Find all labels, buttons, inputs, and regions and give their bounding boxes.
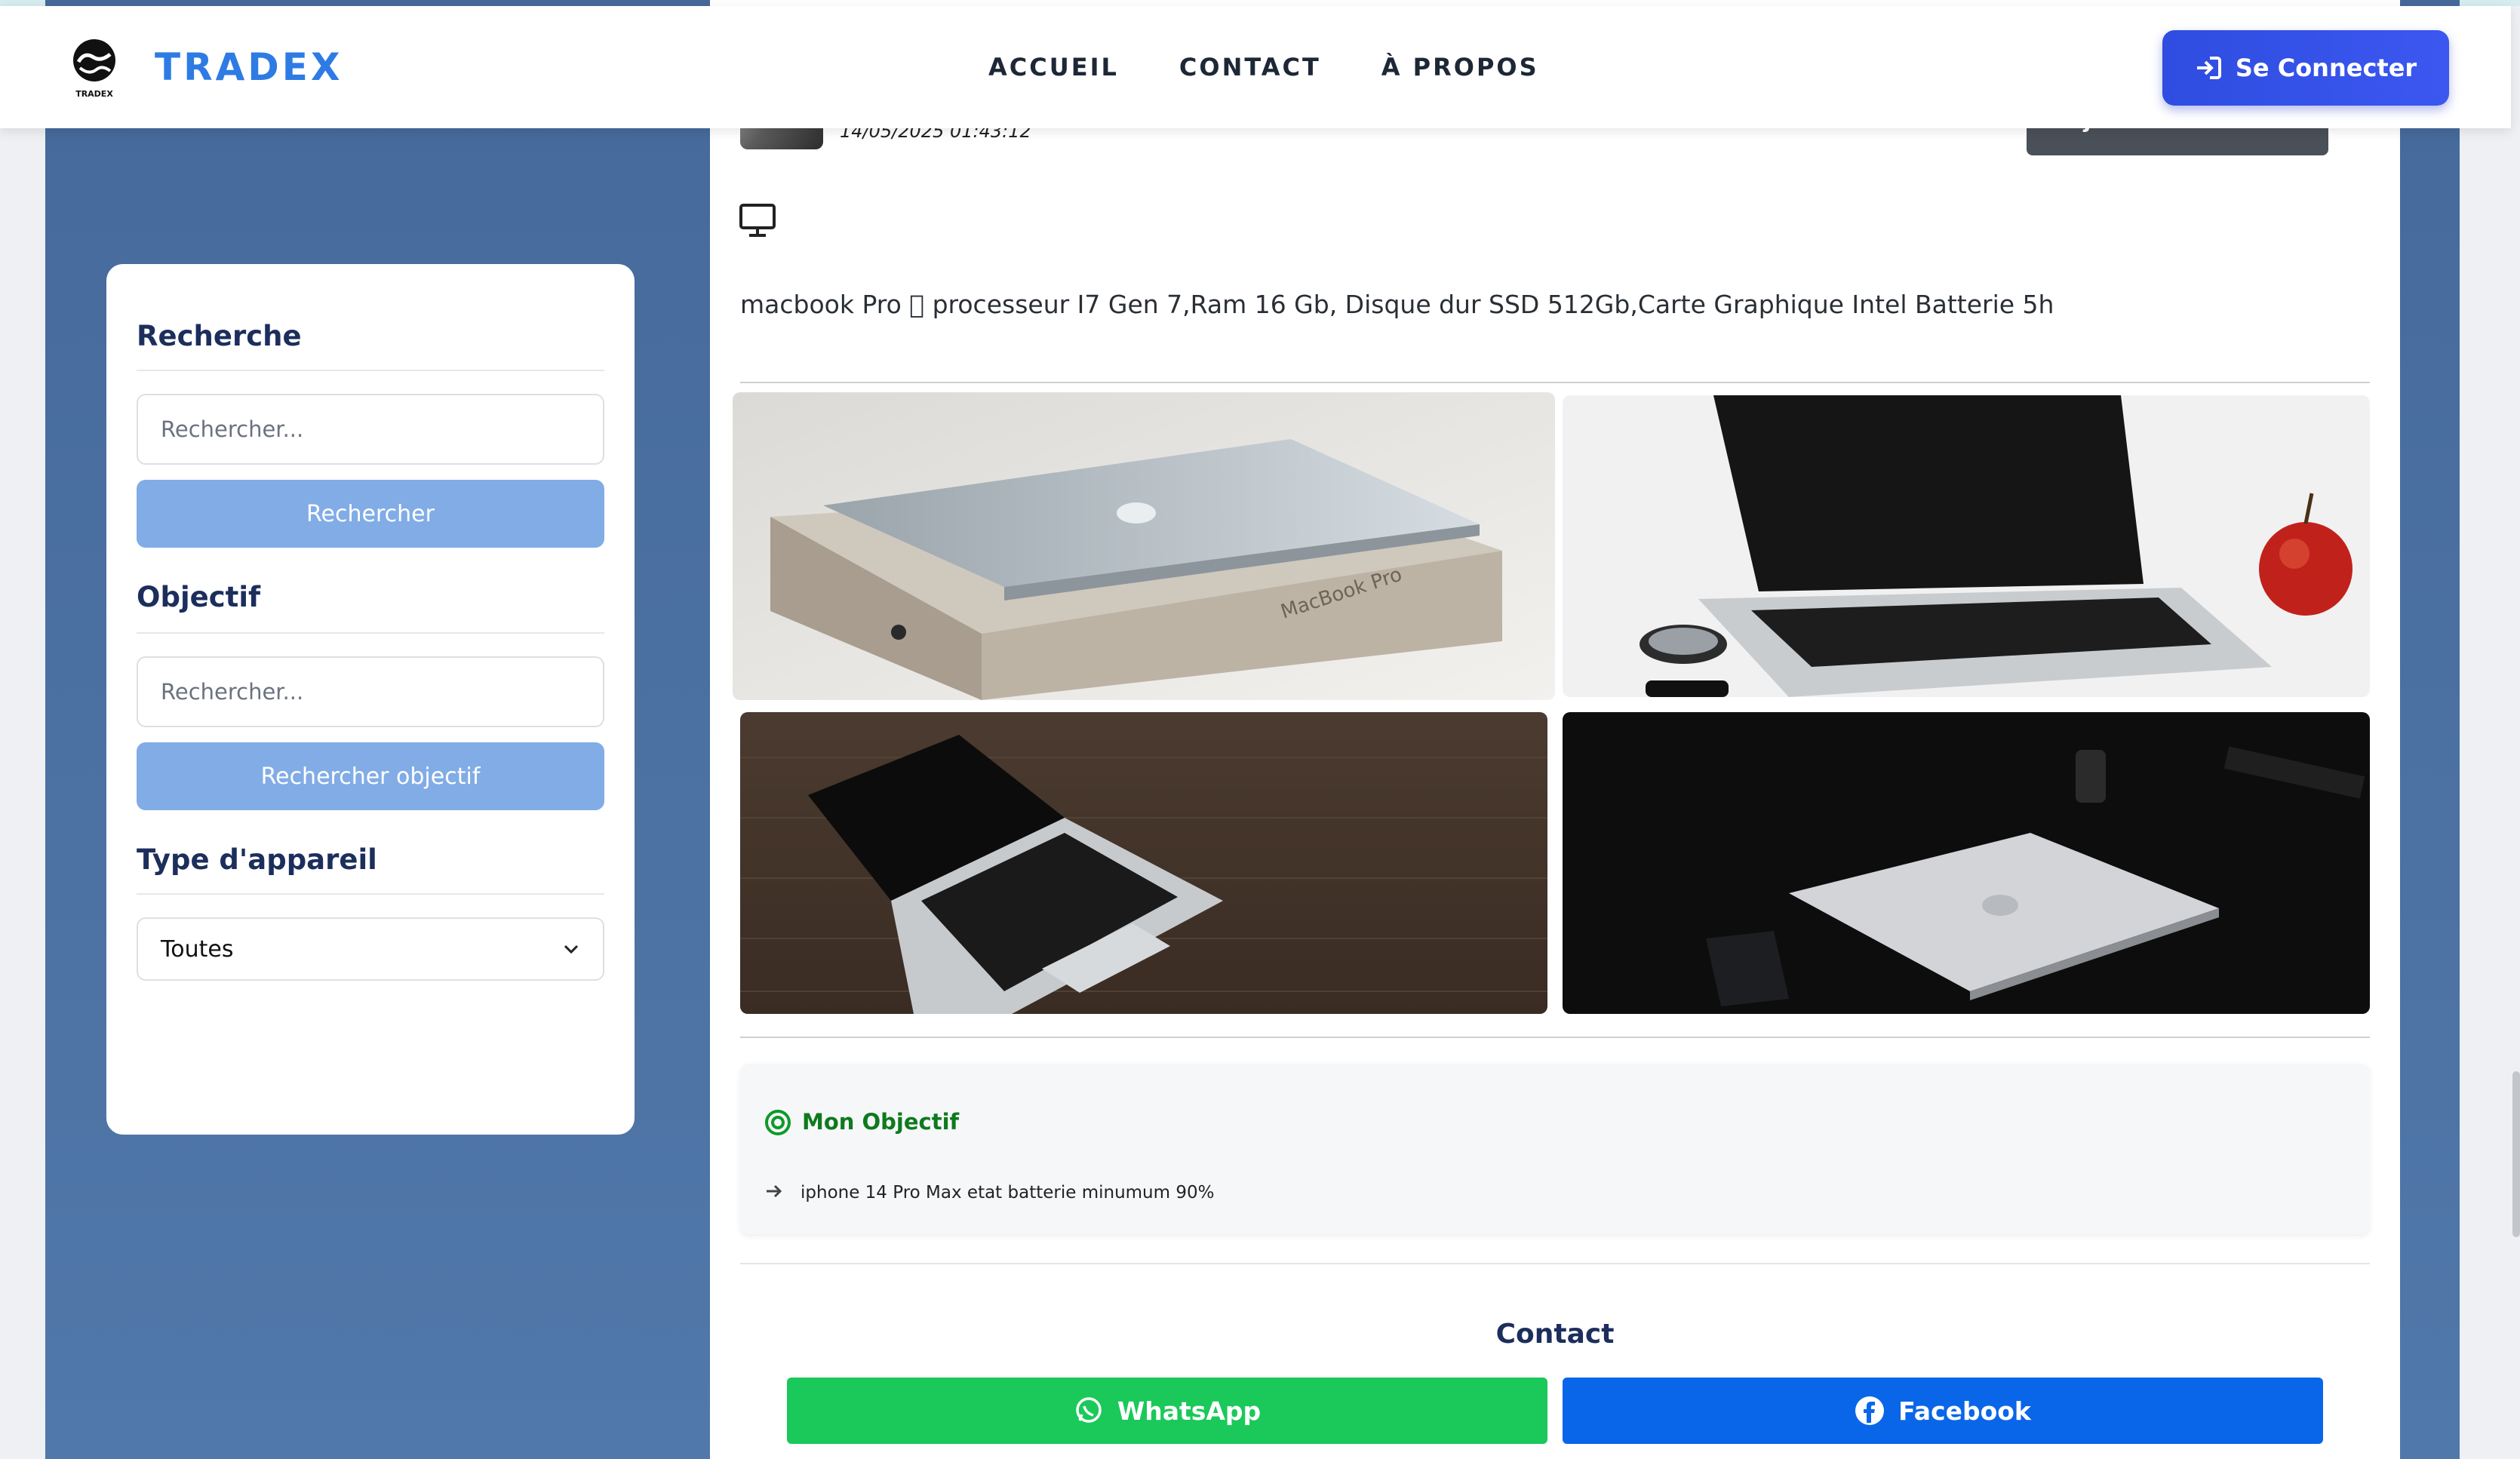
search-input[interactable]: Rechercher... [137,394,604,465]
divider [137,370,604,371]
macbook-on-wood-desk-photo[interactable] [740,712,1547,1014]
computer-icon [739,204,776,237]
brand-name[interactable]: TRADEX [155,45,343,89]
scrollbar[interactable] [2512,1071,2520,1237]
tradex-logo-icon[interactable]: TRADEX [68,36,121,100]
login-icon [2196,57,2221,79]
facebook-icon [1855,1396,1885,1425]
objective-title: Mon Objectif [802,1109,960,1135]
divider [740,382,2370,383]
nav-accueil[interactable]: ACCUEIL [988,53,1119,81]
macbook-pro-box-photo[interactable]: MacBook Pro [733,392,1555,700]
objective-section-title: Objectif [137,581,261,613]
nav-a-propos[interactable]: À PROPOS [1381,53,1539,81]
divider [137,632,604,634]
search-button[interactable]: Rechercher [137,480,604,548]
device-type-select[interactable]: Toutes [137,917,604,981]
logo-caption: TRADEX [75,89,113,99]
nav-contact[interactable]: CONTACT [1179,53,1321,81]
whatsapp-button[interactable]: WhatsApp [787,1378,1547,1444]
search-section-title: Recherche [137,320,302,352]
filter-sidebar: Recherche Rechercher... Rechercher Objec… [106,264,635,1135]
login-label: Se Connecter [2235,54,2417,82]
whatsapp-icon [1076,1397,1102,1423]
divider [740,1263,2370,1264]
objective-search-button[interactable]: Rechercher objectif [137,742,604,810]
macbook-closed-dark-photo[interactable] [1563,712,2370,1014]
login-button[interactable]: Se Connecter [2162,30,2449,106]
macbook-with-apple-photo[interactable] [1563,395,2370,697]
facebook-label: Facebook [1898,1396,2031,1426]
chevron-down-icon [564,945,579,954]
contact-title: Contact [1495,1319,1615,1350]
divider [137,893,604,895]
objective-panel: Mon Objectif iphone 14 Pro Max etat batt… [740,1064,2370,1234]
post-description: macbook Pro  processeur I7 Gen 7,Ram 16… [740,290,2054,319]
post-card: 14/05/2025 01:43:12 Ajouter au favoris m… [710,0,2400,1459]
arrow-right-icon [767,1184,782,1198]
objective-item: iphone 14 Pro Max etat batterie minumum … [801,1183,1215,1203]
objective-search-input[interactable]: Rechercher... [137,656,604,727]
facebook-button[interactable]: Facebook [1563,1378,2323,1444]
divider [740,1037,2370,1038]
device-type-section-title: Type d'appareil [137,843,377,876]
main-nav: ACCUEIL CONTACT À PROPOS [988,53,1539,81]
whatsapp-label: WhatsApp [1117,1396,1262,1426]
target-icon [765,1110,791,1135]
top-navbar: TRADEX TRADEX ACCUEIL CONTACT À PROPOS S… [0,6,2511,128]
device-type-selected: Toutes [161,935,234,963]
